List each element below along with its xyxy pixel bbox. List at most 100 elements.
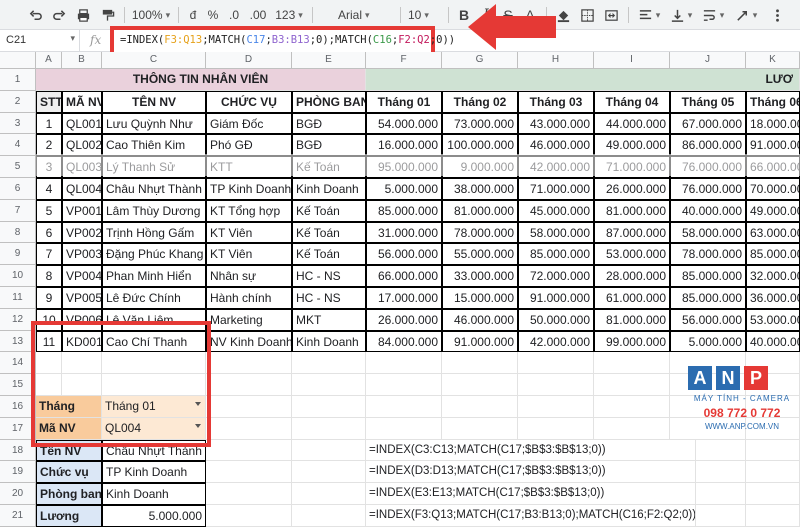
ma-nv-cell[interactable]: QL003 xyxy=(62,156,102,178)
salary-cell[interactable]: 81.000.000 xyxy=(442,199,518,222)
salary-cell[interactable]: 46.000.000 xyxy=(442,308,518,331)
phong-ban-cell[interactable]: MKT xyxy=(292,308,366,331)
salary-cell[interactable]: 78.000.000 xyxy=(442,221,518,244)
salary-cell[interactable]: 72.000.000 xyxy=(518,265,594,287)
phong-ban-cell[interactable]: Kế Toán xyxy=(292,221,366,244)
ten-nv-cell[interactable]: Lâm Thùy Dương xyxy=(102,199,206,222)
salary-cell[interactable]: 49.000.000 xyxy=(746,199,800,222)
salary-cell[interactable]: 76.000.000 xyxy=(670,156,746,178)
row-header-13[interactable]: 13 xyxy=(0,330,36,353)
phong-ban-cell[interactable]: BGĐ xyxy=(292,134,366,157)
grid-cell[interactable] xyxy=(366,396,442,418)
ten-nv-cell[interactable]: Trịnh Hồng Gấm xyxy=(102,221,206,244)
grid-cell[interactable] xyxy=(292,352,366,375)
salary-cell[interactable]: 85.000.000 xyxy=(670,265,746,287)
salary-cell[interactable]: 56.000.000 xyxy=(670,308,746,331)
salary-cell[interactable]: 85.000.000 xyxy=(670,287,746,309)
ten-label[interactable]: Tên NV xyxy=(36,439,102,462)
ten-nv-cell[interactable]: Cao Chí Thanh xyxy=(102,330,206,353)
salary-cell[interactable]: 71.000.000 xyxy=(594,156,670,178)
month-header[interactable]: Tháng 05 xyxy=(670,90,746,113)
grid-cell[interactable] xyxy=(62,352,102,375)
salary-cell[interactable]: 85.000.000 xyxy=(518,243,594,266)
ma-nv-cell[interactable]: KD001 xyxy=(62,330,102,353)
row-header-12[interactable]: 12 xyxy=(0,308,36,331)
ten-nv-cell[interactable]: Lê Đức Chính xyxy=(102,287,206,309)
grid-cell[interactable] xyxy=(36,374,62,396)
grid-cell[interactable] xyxy=(746,461,800,484)
row-header-1[interactable]: 1 xyxy=(0,69,36,91)
phong-ban-cell[interactable]: Kế Toán xyxy=(292,199,366,222)
column-header-k[interactable]: K xyxy=(746,52,800,69)
formula-text[interactable]: =INDEX(F3:Q13;MATCH(C17;B3:B13;0);MATCH(… xyxy=(366,505,696,527)
salary-cell[interactable]: 100.000.000 xyxy=(442,134,518,157)
salary-cell[interactable]: 38.000.000 xyxy=(442,178,518,200)
salary-cell[interactable]: 44.000.000 xyxy=(594,112,670,135)
salary-cell[interactable]: 76.000.000 xyxy=(670,178,746,200)
grid-cell[interactable] xyxy=(62,374,102,396)
row-header-16[interactable]: 16 xyxy=(0,396,36,418)
salary-cell[interactable]: 31.000.000 xyxy=(366,221,442,244)
grid-cell[interactable] xyxy=(102,352,206,375)
salary-cell[interactable]: 81.000.000 xyxy=(594,308,670,331)
row-header-21[interactable]: 21 xyxy=(0,505,36,527)
stt-cell[interactable]: 1 xyxy=(36,112,62,135)
grid-cell[interactable] xyxy=(366,352,442,375)
grid-cell[interactable] xyxy=(442,374,518,396)
zoom-select[interactable]: 100% xyxy=(130,4,172,26)
salary-cell[interactable]: 66.000.000 xyxy=(746,156,800,178)
row-header-19[interactable]: 19 xyxy=(0,461,36,484)
grid-cell[interactable] xyxy=(594,417,670,440)
salary-cell[interactable]: 53.000.000 xyxy=(594,243,670,266)
phong-ban-cell[interactable]: Kinh Doanh xyxy=(292,178,366,200)
ten-nv-cell[interactable]: Châu Nhựt Thành xyxy=(102,178,206,200)
salary-cell[interactable]: 78.000.000 xyxy=(670,243,746,266)
ma-nv-cell[interactable]: VP004 xyxy=(62,265,102,287)
row-header-4[interactable]: 4 xyxy=(0,134,36,157)
ma-nv-cell[interactable]: QL001 xyxy=(62,112,102,135)
chuc-vu-cell[interactable]: KT Viên xyxy=(206,221,292,244)
phongban-label[interactable]: Phòng ban xyxy=(36,483,102,505)
chuc-vu-cell[interactable]: Nhân sự xyxy=(206,265,292,287)
grid-cell[interactable] xyxy=(206,396,292,418)
salary-cell[interactable]: 67.000.000 xyxy=(670,112,746,135)
row-header-14[interactable]: 14 xyxy=(0,352,36,375)
salary-cell[interactable]: 17.000.000 xyxy=(366,287,442,309)
grid-cell[interactable] xyxy=(206,439,292,462)
salary-cell[interactable]: 63.000.000 xyxy=(746,221,800,244)
grid-cell[interactable] xyxy=(292,374,366,396)
percent-button[interactable]: % xyxy=(204,4,222,26)
row-header-20[interactable]: 20 xyxy=(0,483,36,505)
stt-cell[interactable]: 3 xyxy=(36,156,62,178)
chuc-vu-cell[interactable]: Hành chính xyxy=(206,287,292,309)
grid-cell[interactable] xyxy=(292,461,366,484)
font-size-select[interactable]: 10 xyxy=(404,4,446,26)
salary-cell[interactable]: 81.000.000 xyxy=(594,199,670,222)
manv-dropdown[interactable]: QL004 xyxy=(102,417,206,440)
grid-cell[interactable] xyxy=(442,417,518,440)
more-icon[interactable] xyxy=(766,4,788,26)
stt-cell[interactable]: 11 xyxy=(36,330,62,353)
salary-cell[interactable]: 43.000.000 xyxy=(518,112,594,135)
chuc-vu-cell[interactable]: KT Tổng hợp xyxy=(206,199,292,222)
grid-cell[interactable] xyxy=(206,374,292,396)
column-header-b[interactable]: B xyxy=(62,52,102,69)
header-2[interactable]: TÊN NV xyxy=(102,90,206,113)
ma-nv-cell[interactable]: VP006 xyxy=(62,308,102,331)
phong-ban-cell[interactable]: Kinh Doanh xyxy=(292,330,366,353)
salary-cell[interactable]: 5.000.000 xyxy=(366,178,442,200)
grid-cell[interactable] xyxy=(442,396,518,418)
stt-cell[interactable]: 4 xyxy=(36,178,62,200)
ma-nv-cell[interactable]: VP002 xyxy=(62,221,102,244)
borders-icon[interactable] xyxy=(576,4,598,26)
row-header-15[interactable]: 15 xyxy=(0,374,36,396)
grid-cell[interactable] xyxy=(518,352,594,375)
column-header-e[interactable]: E xyxy=(292,52,366,69)
print-icon[interactable] xyxy=(72,4,94,26)
select-all-corner[interactable] xyxy=(0,52,36,69)
grid-cell[interactable] xyxy=(518,374,594,396)
ten-nv-cell[interactable]: Cao Thiên Kim xyxy=(102,134,206,157)
header-0[interactable]: STT xyxy=(36,90,62,113)
grid-cell[interactable] xyxy=(746,483,800,505)
salary-cell[interactable]: 5.000.000 xyxy=(670,330,746,353)
